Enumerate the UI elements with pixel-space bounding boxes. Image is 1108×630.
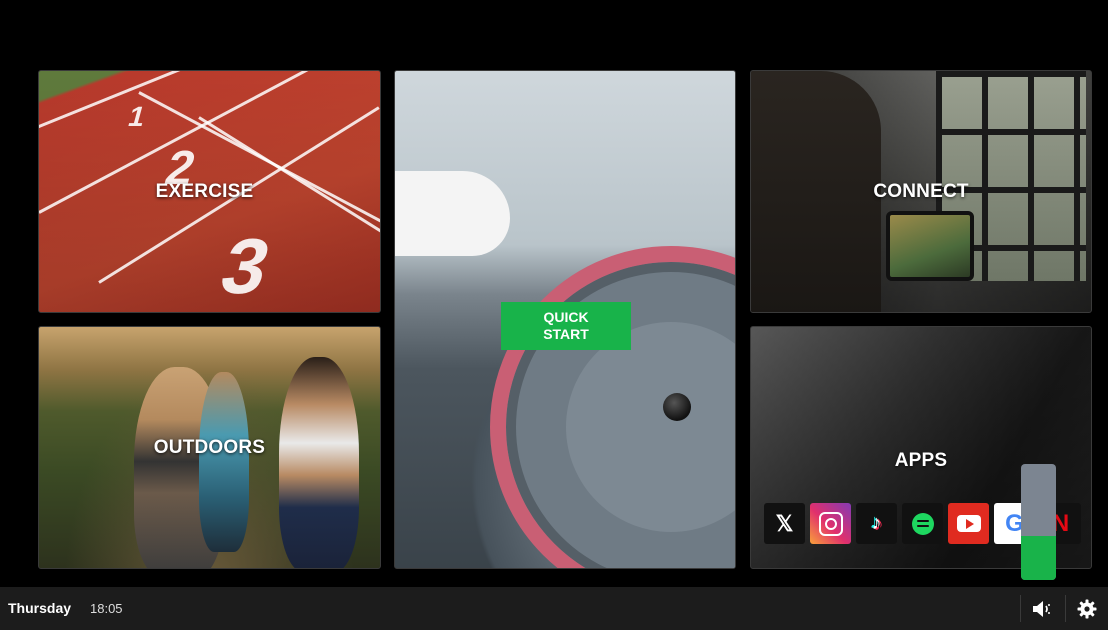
flywheel: [490, 246, 735, 568]
tiktok-icon[interactable]: ♪: [856, 503, 897, 544]
track-number-3: 3: [212, 222, 280, 310]
youtube-play-glyph: [956, 515, 981, 532]
volume-slider-fill: [1021, 535, 1056, 580]
quick-start-button[interactable]: QUICK START: [501, 302, 631, 350]
clock-time: 18:05: [90, 601, 123, 616]
settings-button[interactable]: [1066, 587, 1108, 630]
volume-slider[interactable]: [1021, 464, 1056, 580]
shoe: [395, 171, 510, 256]
outdoors-tile[interactable]: OUTDOORS: [38, 326, 381, 569]
spotify-glyph: [911, 512, 934, 535]
track-number-1: 1: [124, 101, 149, 132]
day-label: Thursday: [8, 600, 72, 616]
status-bar: Thursday 18:05: [0, 587, 1108, 630]
youtube-icon[interactable]: [948, 503, 989, 544]
track-lane-line: [198, 116, 380, 236]
tiktok-glyph: ♪: [871, 512, 882, 534]
connect-label: CONNECT: [873, 180, 969, 202]
speaker-icon: [1033, 600, 1050, 617]
spotify-icon[interactable]: [902, 503, 943, 544]
gear-icon: [1077, 599, 1097, 618]
outdoors-label: OUTDOORS: [153, 436, 266, 458]
connect-tile[interactable]: CONNECT: [750, 70, 1092, 313]
runner-figure: [199, 372, 249, 552]
exercise-tile[interactable]: 1 2 3 EXERCISE: [38, 70, 381, 313]
volume-button[interactable]: [1021, 587, 1063, 630]
x-glyph: 𝕏: [775, 510, 794, 536]
runner-figure: [279, 357, 359, 568]
quick-start-tile[interactable]: QUICK START: [394, 70, 736, 569]
instagram-camera-glyph: [818, 511, 843, 536]
instagram-icon[interactable]: [810, 503, 851, 544]
console-screen: [886, 211, 974, 281]
x-icon[interactable]: 𝕏: [764, 503, 805, 544]
exercise-label: EXERCISE: [155, 180, 254, 202]
flywheel-hub: [663, 393, 691, 421]
